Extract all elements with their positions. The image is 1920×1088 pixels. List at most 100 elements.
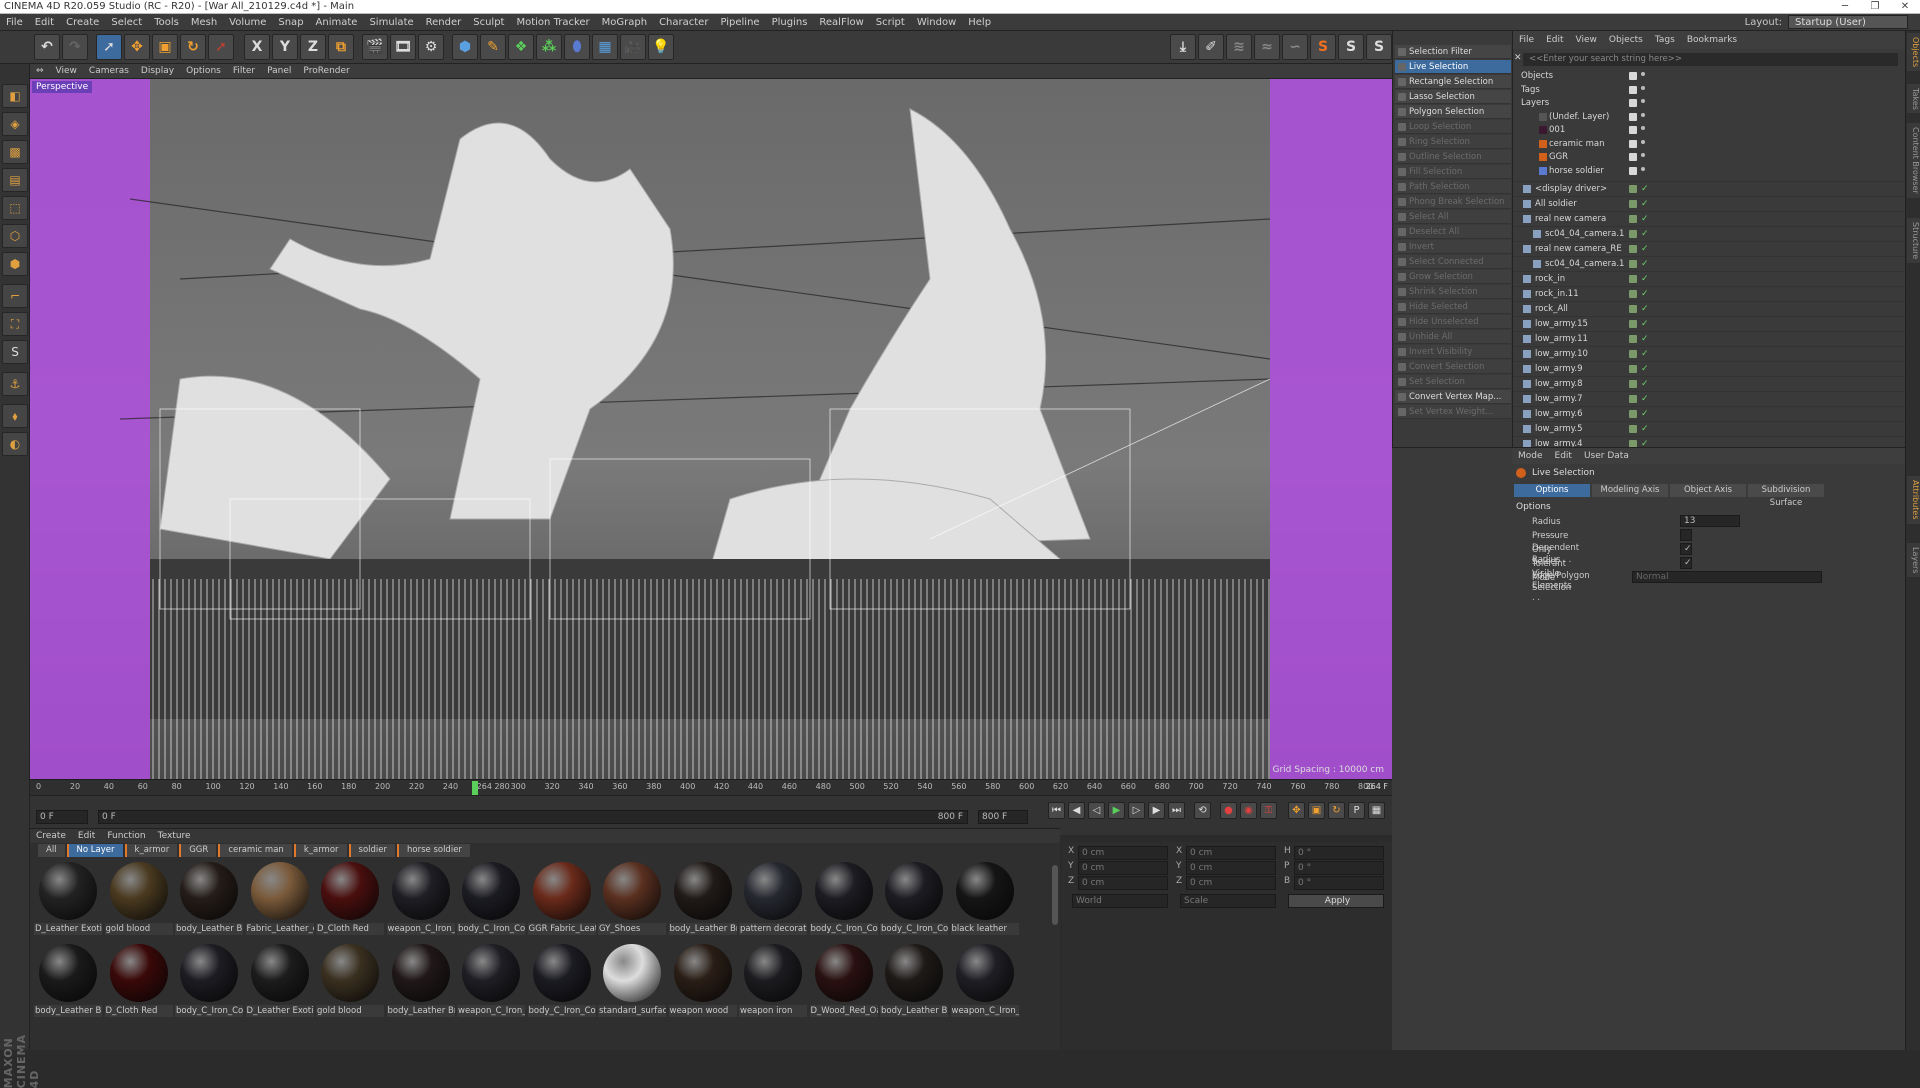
move-tool-icon[interactable]: ✥ (124, 34, 150, 60)
command-invert-visibility[interactable]: Invert Visibility (1395, 345, 1511, 359)
menu-simulate[interactable]: Simulate (363, 14, 419, 31)
menu-plugins[interactable]: Plugins (766, 14, 814, 31)
menu-file[interactable]: File (0, 14, 29, 31)
autokey-icon[interactable]: ◉ (1240, 802, 1257, 819)
attribute-value[interactable]: Normal (1632, 571, 1822, 583)
object-enabled-check[interactable]: ✓ (1641, 197, 1649, 211)
edges-mode-icon[interactable]: ⬡ (2, 224, 28, 248)
render-settings-icon[interactable]: ⚙ (418, 34, 444, 60)
object-menu-tags[interactable]: Tags (1649, 35, 1681, 45)
material-tab-ceramic-man[interactable]: ceramic man (218, 844, 292, 857)
layer-row[interactable]: Layers (1513, 96, 1906, 110)
command-hide-unselected[interactable]: Hide Unselected (1395, 315, 1511, 329)
timeline-ruler[interactable]: 0 20 40 60 80 100 120 140 160 180 200 220 240 264 280… (30, 779, 1392, 795)
object-search-input[interactable]: <<Enter your search string here>> (1523, 53, 1898, 66)
command-rectangle-selection[interactable]: Rectangle Selection (1395, 75, 1511, 89)
material-swatch[interactable]: body_Leather Bro (880, 941, 948, 1021)
locked-workplane-icon[interactable]: ⚓ (2, 372, 28, 396)
texture-mode-icon[interactable]: ▩ (2, 140, 28, 164)
select-tool-icon[interactable]: ➚ (96, 34, 122, 60)
render-picture-viewer-icon[interactable]: 🎞 (390, 34, 416, 60)
menu-help[interactable]: Help (962, 14, 997, 31)
points-mode-icon[interactable]: ⬚ (2, 196, 28, 220)
coord-value-field[interactable]: 0 ° (1294, 861, 1384, 875)
attribute-menu-mode[interactable]: Mode (1512, 451, 1549, 461)
make-editable-icon[interactable]: ◧ (2, 84, 28, 108)
menu-realflow[interactable]: RealFlow (813, 14, 869, 31)
coord-value-field[interactable]: 0 ° (1294, 846, 1384, 860)
material-swatch[interactable]: weapon_C_Iron_C (457, 941, 525, 1021)
coord-value-field[interactable]: 0 ° (1294, 876, 1384, 890)
object-enabled-check[interactable]: ✓ (1641, 407, 1649, 421)
material-swatch[interactable]: D_Leather Exotic (245, 941, 314, 1021)
coord-value-field[interactable]: 0 cm (1078, 861, 1168, 875)
object-enabled-check[interactable]: ✓ (1641, 182, 1649, 196)
object-row[interactable]: low_army.15 ✓ (1513, 316, 1906, 330)
attribute-tab-subdivision-surface[interactable]: Subdivision Surface (1748, 484, 1824, 508)
material-swatch[interactable]: body_C_Iron_Cor (880, 859, 948, 939)
command-ring-selection[interactable]: Ring Selection (1395, 135, 1511, 149)
material-swatch[interactable]: GY_Shoes (598, 859, 666, 939)
minimize-button[interactable]: ─ (1830, 0, 1860, 14)
material-swatch[interactable]: body_Leather Bro (668, 859, 737, 939)
object-row[interactable]: low_army.9 ✓ (1513, 361, 1906, 375)
coordinate-system-icon[interactable]: ⧉ (328, 34, 354, 60)
go-to-end-icon[interactable]: ⏭ (1168, 802, 1185, 819)
material-menu-texture[interactable]: Texture (152, 831, 197, 841)
object-enabled-check[interactable]: ✓ (1641, 347, 1649, 361)
material-swatch[interactable]: weapon_C_Iron_C (950, 941, 1019, 1021)
material-swatch[interactable]: weapon wood (668, 941, 737, 1021)
object-enabled-check[interactable]: ✓ (1641, 362, 1649, 376)
menu-mesh[interactable]: Mesh (185, 14, 223, 31)
command-invert[interactable]: Invert (1395, 240, 1511, 254)
material-swatch[interactable]: weapon_C_Iron_C (386, 859, 455, 939)
maximize-button[interactable]: ❐ (1860, 0, 1890, 14)
frame-range-slider[interactable]: 0 F 800 F (98, 810, 968, 824)
material-swatch[interactable]: GGR Fabric_Leat (527, 859, 596, 939)
scale-tool-icon[interactable]: ▣ (152, 34, 178, 60)
material-menu-create[interactable]: Create (30, 831, 72, 841)
object-row[interactable]: low_army.6 ✓ (1513, 406, 1906, 420)
object-row[interactable]: low_army.10 ✓ (1513, 346, 1906, 360)
menu-character[interactable]: Character (653, 14, 714, 31)
material-tab-k-armor[interactable]: k_armor (124, 844, 178, 857)
dock-tab-layers[interactable]: Layers (1907, 543, 1920, 578)
dock-tab-objects[interactable]: Objects (1907, 33, 1920, 72)
light-icon[interactable]: 💡 (648, 34, 674, 60)
dock-tab-content-browser[interactable]: Content Browser (1907, 123, 1920, 198)
key-parameter-icon[interactable]: P (1348, 802, 1365, 819)
dock-tab-takes[interactable]: Takes (1907, 83, 1920, 114)
close-search-icon[interactable]: ✕ (1514, 53, 1522, 66)
command-loop-selection[interactable]: Loop Selection (1395, 120, 1511, 134)
viewport-perspective[interactable]: Perspective Grid Spacing : 10000 cm (30, 79, 1392, 779)
subdivision-icon[interactable]: ❖ (508, 34, 534, 60)
axis-mode-icon[interactable]: ⌐ (2, 284, 28, 308)
menu-motion-tracker[interactable]: Motion Tracker (510, 14, 595, 31)
command-select-connected[interactable]: Select Connected (1395, 255, 1511, 269)
command-convert-selection[interactable]: Convert Selection (1395, 360, 1511, 374)
material-swatch[interactable]: D_Cloth Red (104, 941, 173, 1021)
object-menu-file[interactable]: File (1513, 35, 1540, 45)
material-swatch[interactable]: Fabric_Leather_ci (245, 859, 314, 939)
camera-icon[interactable]: 🎥 (620, 34, 646, 60)
viewport-menu-panel[interactable]: Panel (261, 66, 297, 76)
object-enabled-check[interactable]: ✓ (1641, 272, 1649, 286)
material-swatch[interactable]: body_Leather Bro (386, 941, 455, 1021)
attribute-tab-modeling-axis[interactable]: Modeling Axis (1592, 484, 1668, 497)
object-menu-objects[interactable]: Objects (1603, 35, 1649, 45)
object-row[interactable]: rock_in ✓ (1513, 271, 1906, 285)
apply-button[interactable]: Apply (1288, 894, 1384, 908)
material-swatch[interactable]: D_Cloth Red (316, 859, 384, 939)
object-enabled-check[interactable]: ✓ (1641, 437, 1649, 447)
coord-value-field[interactable]: 0 cm (1078, 846, 1168, 860)
command-live-selection[interactable]: Live Selection (1395, 60, 1511, 74)
attribute-value[interactable]: ✓ (1680, 543, 1692, 555)
command-phong-break-selection[interactable]: Phong Break Selection (1395, 195, 1511, 209)
viewport-menu-filter[interactable]: Filter (227, 66, 261, 76)
menu-pipeline[interactable]: Pipeline (714, 14, 765, 31)
material-tab-soldier[interactable]: soldier (348, 844, 395, 857)
dock-tab-structure[interactable]: Structure (1907, 217, 1920, 263)
menu-render[interactable]: Render (420, 14, 468, 31)
script-icon[interactable]: ✐ (1198, 34, 1224, 60)
next-key-icon[interactable]: ▶ (1148, 802, 1165, 819)
